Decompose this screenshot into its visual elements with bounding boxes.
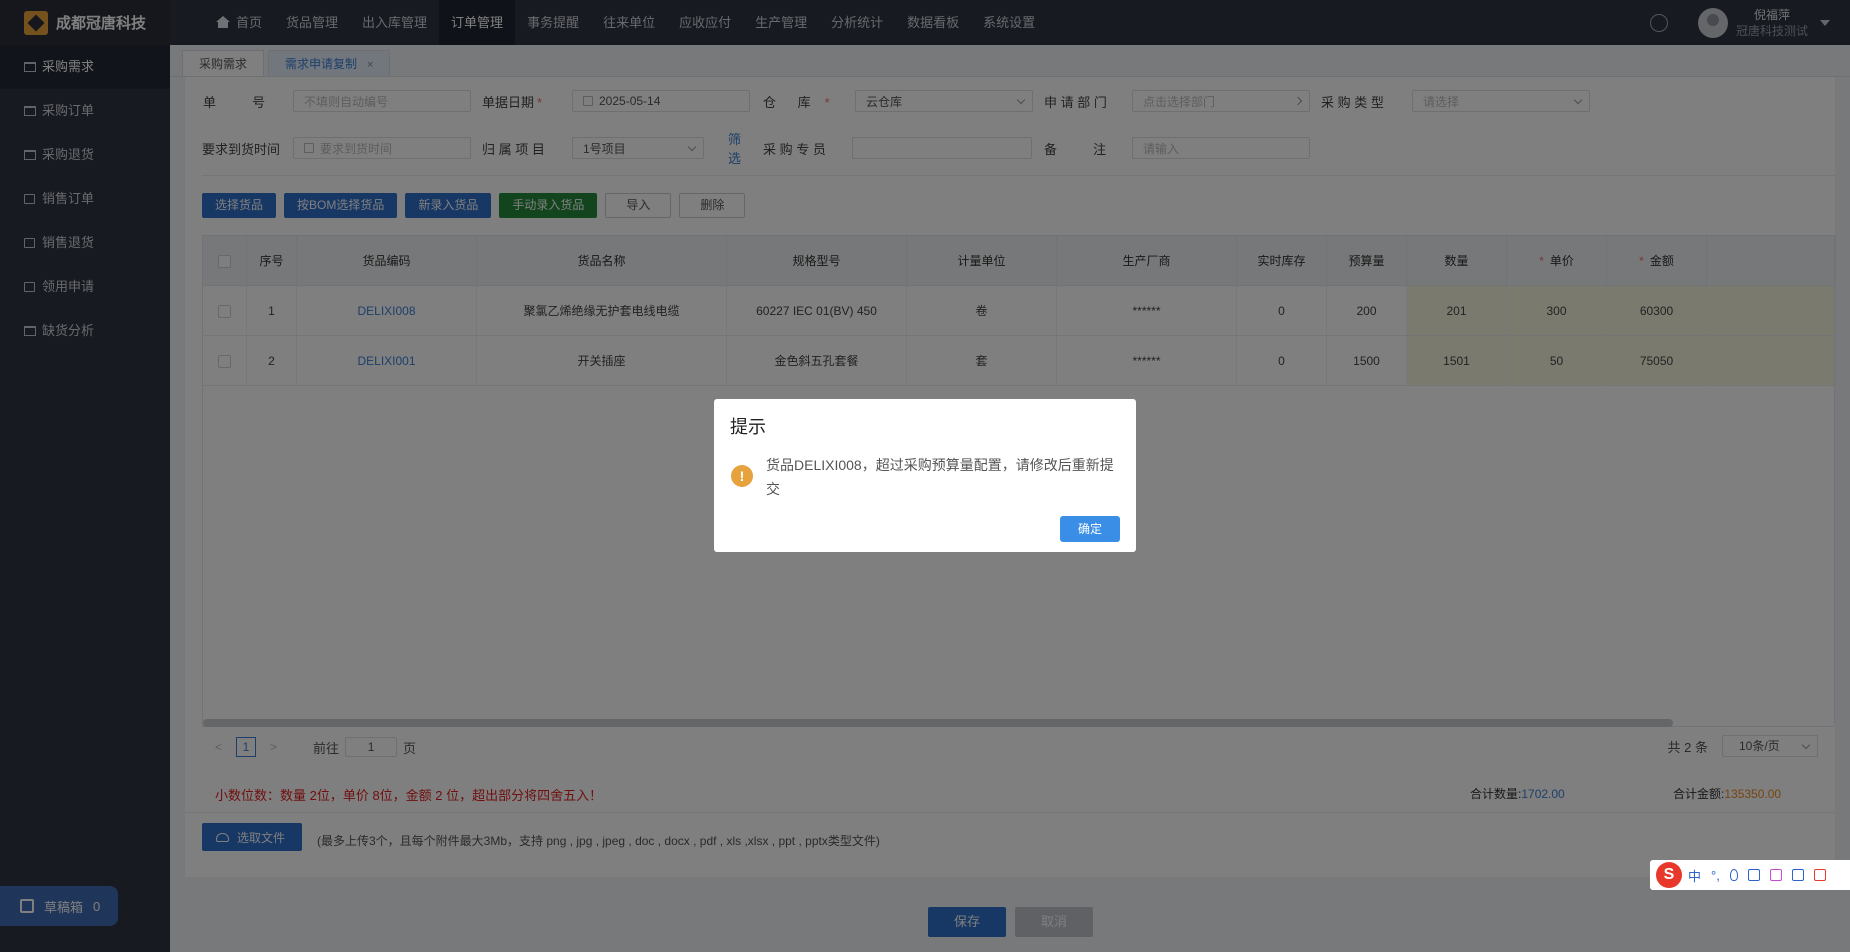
- toolbox-icon[interactable]: [1813, 869, 1826, 881]
- microphone-icon[interactable]: [1729, 869, 1738, 881]
- dialog-title: 提示: [730, 417, 766, 437]
- grid-icon[interactable]: [1791, 869, 1804, 881]
- ime-lang-toggle[interactable]: 中: [1688, 866, 1701, 885]
- ime-punct-toggle[interactable]: °,: [1711, 868, 1720, 883]
- confirm-button[interactable]: 确定: [1060, 516, 1120, 542]
- warning-icon: !: [731, 465, 753, 487]
- ime-logo-icon[interactable]: S: [1656, 862, 1682, 888]
- skin-icon[interactable]: [1769, 869, 1782, 881]
- alert-dialog: 提示 ! 货品DELIXI008，超过采购预算量配置，请修改后重新提交 确定: [714, 399, 1136, 552]
- ime-toolbar: S 中 °,: [1650, 860, 1850, 890]
- dialog-message: 货品DELIXI008，超过采购预算量配置，请修改后重新提交: [766, 457, 1114, 497]
- keyboard-icon[interactable]: [1747, 869, 1760, 881]
